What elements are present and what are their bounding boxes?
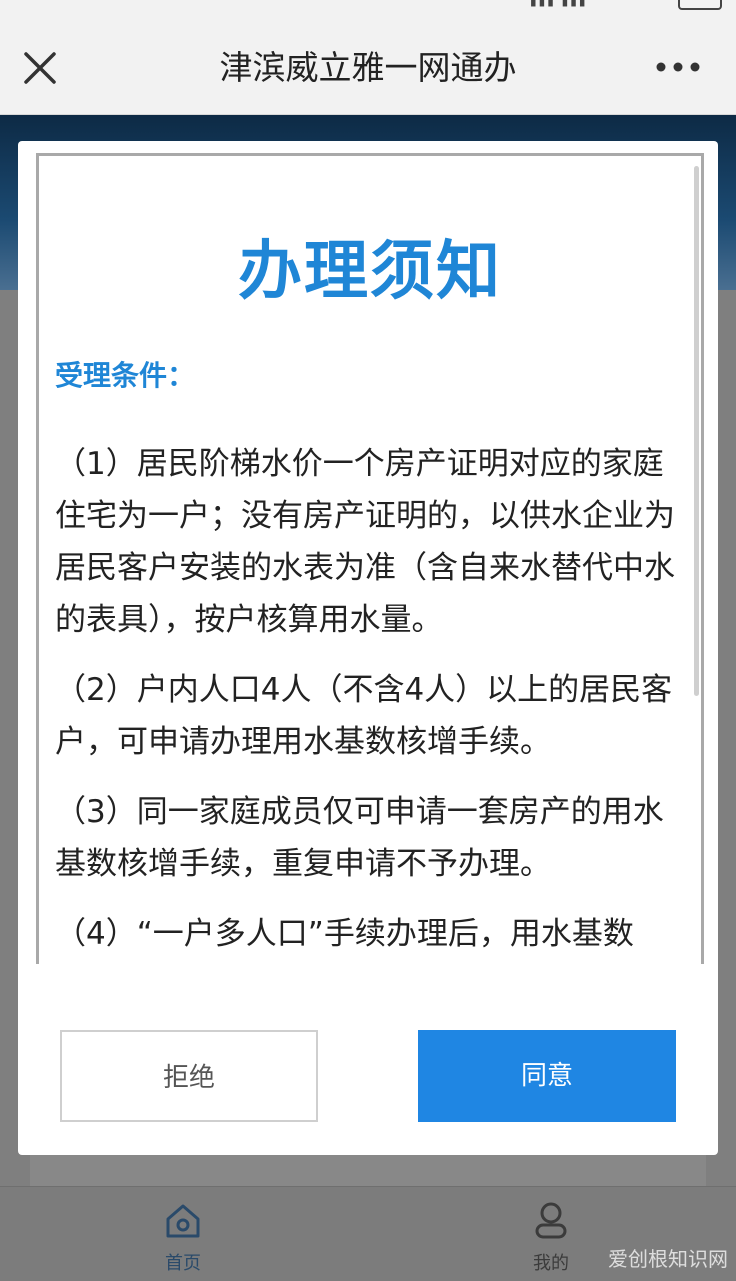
- notice-paragraph: （4）“一户多人口”手续办理后，用水基数: [55, 916, 634, 952]
- notice-title: 办理须知: [238, 235, 502, 309]
- more-options-icon[interactable]: [656, 60, 700, 74]
- nav-home-label: 首页: [165, 1253, 201, 1274]
- agree-button[interactable]: 同意: [418, 1030, 676, 1122]
- nav-mine[interactable]: 我的: [506, 1201, 596, 1275]
- nav-home[interactable]: 首页: [138, 1201, 228, 1275]
- user-icon: [535, 1202, 567, 1239]
- notice-dialog: 办理须知 受理条件： （1）居民阶梯水价一个房产证明对应的家庭住宅为一户；没有房…: [18, 141, 718, 1155]
- notice-content[interactable]: 办理须知 受理条件： （1）居民阶梯水价一个房产证明对应的家庭住宅为一户；没有房…: [36, 153, 704, 964]
- reject-button[interactable]: 拒绝: [60, 1030, 318, 1122]
- signal-icon: ▮▮▮ ▮▮▮: [530, 0, 588, 8]
- battery-icon: [678, 0, 722, 10]
- nav-mine-label: 我的: [533, 1253, 569, 1274]
- watermark: 爱创根知识网: [608, 1247, 728, 1271]
- notice-paragraph: （2）户内人口4人（不含4人）以上的居民客户，可申请办理用水基数核增手续。: [55, 672, 673, 760]
- app-header: 津滨威立雅一网通办: [0, 10, 736, 115]
- header-title: 津滨威立雅一网通办: [219, 48, 517, 87]
- status-bar: ▮▮▮ ▮▮▮: [0, 0, 736, 10]
- notice-paragraph: （1）居民阶梯水价一个房产证明对应的家庭住宅为一户；没有房产证明的，以供水企业为…: [55, 446, 675, 638]
- section-title: 受理条件：: [55, 359, 196, 392]
- notice-paragraph: （3）同一家庭成员仅可申请一套房产的用水基数核增手续，重复申请不予办理。: [55, 794, 664, 882]
- home-icon: [166, 1204, 200, 1238]
